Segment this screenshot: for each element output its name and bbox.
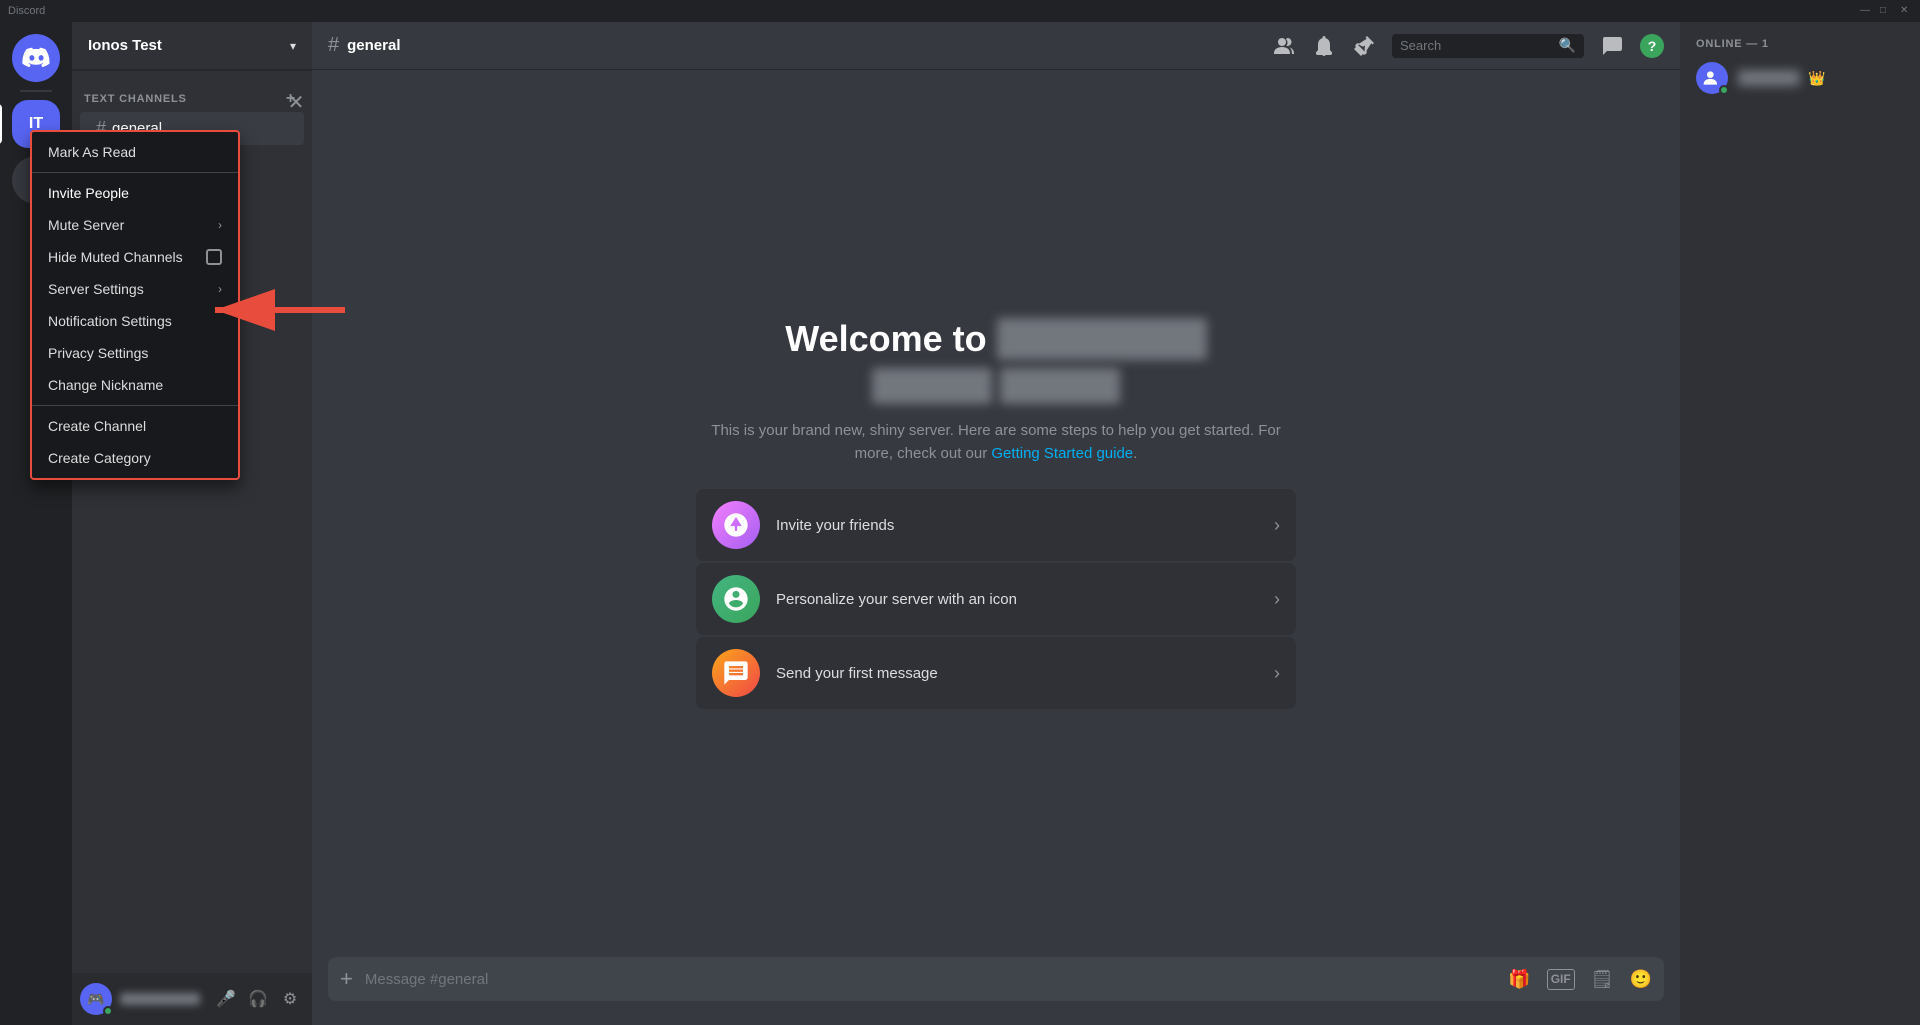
gif-button[interactable]: GIF bbox=[1547, 969, 1575, 990]
member-avatar bbox=[1696, 62, 1728, 94]
red-arrow-annotation bbox=[195, 270, 355, 353]
help-button[interactable]: ? bbox=[1640, 34, 1664, 58]
maximize-button[interactable]: □ bbox=[1880, 5, 1892, 17]
chat-input-placeholder[interactable]: Message #general bbox=[365, 971, 1496, 988]
main-content: # general Search 🔍 bbox=[312, 22, 1680, 1025]
right-sidebar: ONLINE — 1 👑 bbox=[1680, 22, 1920, 1025]
inbox-button[interactable] bbox=[1600, 34, 1624, 58]
user-settings-button[interactable]: ⚙ bbox=[276, 985, 304, 1013]
member-item[interactable]: 👑 bbox=[1688, 58, 1912, 98]
header-channel-label: general bbox=[347, 37, 400, 54]
personalize-label: Personalize your server with an icon bbox=[776, 591, 1258, 608]
server-dropdown-icon: ▾ bbox=[290, 39, 296, 53]
chat-area: Welcome to This is your brand new, shiny… bbox=[312, 70, 1680, 1025]
header-channel-name: # general bbox=[328, 34, 400, 57]
create-channel-label: Create Channel bbox=[48, 418, 146, 434]
create-category-label: Create Category bbox=[48, 450, 151, 466]
chat-input-bar[interactable]: + Message #general 🎁 GIF 🗒 🙂 bbox=[328, 957, 1664, 1001]
context-hide-muted[interactable]: Hide Muted Channels bbox=[32, 241, 238, 273]
user-controls: 🎤 🎧 ⚙ bbox=[212, 985, 304, 1013]
emoji-button[interactable]: 🙂 bbox=[1630, 969, 1652, 990]
welcome-section: Welcome to This is your brand new, shiny… bbox=[696, 318, 1296, 709]
server-divider bbox=[20, 90, 52, 92]
invite-friends-label: Invite your friends bbox=[776, 517, 1258, 534]
invite-people-label: Invite People bbox=[48, 185, 129, 201]
context-mark-as-read[interactable]: Mark As Read bbox=[32, 136, 238, 168]
personalize-arrow-icon: › bbox=[1274, 589, 1280, 610]
close-button[interactable]: ✕ bbox=[1900, 5, 1912, 17]
server-name-blurred bbox=[997, 318, 1207, 360]
context-invite-people[interactable]: Invite People bbox=[32, 177, 238, 209]
server-settings-label: Server Settings bbox=[48, 281, 144, 297]
mute-server-label: Mute Server bbox=[48, 217, 124, 233]
invite-icon bbox=[712, 501, 760, 549]
user-info bbox=[120, 993, 204, 1005]
text-channels-label: TEXT CHANNELS bbox=[84, 93, 187, 105]
context-create-channel[interactable]: Create Channel bbox=[32, 410, 238, 442]
window-controls: — □ ✕ bbox=[1860, 5, 1912, 17]
header-hash-icon: # bbox=[328, 34, 339, 57]
server-sub-name-1-blurred bbox=[872, 368, 992, 404]
member-status-dot bbox=[1719, 85, 1729, 95]
send-message-label: Send your first message bbox=[776, 665, 1258, 682]
personalize-server-card[interactable]: Personalize your server with an icon › bbox=[696, 563, 1296, 635]
chat-input-icons: 🎁 GIF 🗒 🙂 bbox=[1508, 969, 1652, 990]
search-icon: 🔍 bbox=[1559, 37, 1576, 54]
invite-arrow-icon: › bbox=[1274, 515, 1280, 536]
server-name: Ionos Test bbox=[88, 37, 162, 54]
minimize-button[interactable]: — bbox=[1860, 5, 1872, 17]
deafen-button[interactable]: 🎧 bbox=[244, 985, 272, 1013]
search-placeholder: Search bbox=[1400, 38, 1551, 53]
context-separator-1 bbox=[32, 172, 238, 173]
gift-icon[interactable]: 🎁 bbox=[1508, 969, 1530, 990]
crown-icon: 👑 bbox=[1808, 70, 1825, 86]
send-first-message-card[interactable]: Send your first message › bbox=[696, 637, 1296, 709]
hide-muted-label: Hide Muted Channels bbox=[48, 249, 183, 265]
text-channels-header[interactable]: TEXT CHANNELS + bbox=[80, 86, 304, 110]
titlebar: Discord — □ ✕ bbox=[0, 0, 1920, 22]
add-attachment-button[interactable]: + bbox=[340, 966, 353, 992]
context-mute-server[interactable]: Mute Server › bbox=[32, 209, 238, 241]
server-sub-name-2-blurred bbox=[1000, 368, 1120, 404]
server-header[interactable]: Ionos Test ▾ bbox=[72, 22, 312, 70]
mute-server-arrow: › bbox=[218, 218, 222, 232]
header-actions: Search 🔍 ? bbox=[1272, 34, 1664, 58]
close-overlay-button[interactable]: ✕ bbox=[284, 90, 308, 114]
sticker-button[interactable]: 🗒 bbox=[1591, 969, 1614, 990]
hide-muted-checkbox[interactable] bbox=[206, 249, 222, 265]
search-bar[interactable]: Search 🔍 bbox=[1392, 34, 1584, 58]
context-separator-2 bbox=[32, 405, 238, 406]
chat-input-area: + Message #general 🎁 GIF 🗒 🙂 bbox=[312, 957, 1680, 1025]
username bbox=[120, 993, 200, 1005]
context-create-category[interactable]: Create Category bbox=[32, 442, 238, 474]
send-arrow-icon: › bbox=[1274, 663, 1280, 684]
channel-header: # general Search 🔍 bbox=[312, 22, 1680, 70]
invite-friends-card[interactable]: Invite your friends › bbox=[696, 489, 1296, 561]
discord-home-button[interactable] bbox=[12, 34, 60, 82]
getting-started-link[interactable]: Getting Started guide bbox=[991, 445, 1133, 462]
change-nickname-label: Change Nickname bbox=[48, 377, 163, 393]
welcome-description: This is your brand new, shiny server. He… bbox=[696, 420, 1296, 465]
action-cards: Invite your friends › Personalize your s… bbox=[696, 489, 1296, 709]
personalize-icon bbox=[712, 575, 760, 623]
online-header: ONLINE — 1 bbox=[1688, 38, 1912, 50]
send-message-icon bbox=[712, 649, 760, 697]
notification-settings-label: Notification Settings bbox=[48, 313, 172, 329]
member-name: 👑 bbox=[1738, 70, 1826, 87]
app-layout: IT + Ionos Test ▾ TEXT CHANNELS + # gene… bbox=[0, 22, 1920, 1025]
context-change-nickname[interactable]: Change Nickname bbox=[32, 369, 238, 401]
user-avatar: 🎮 bbox=[80, 983, 112, 1015]
pinned-messages-button[interactable] bbox=[1352, 34, 1376, 58]
mute-mic-button[interactable]: 🎤 bbox=[212, 985, 240, 1013]
members-list-button[interactable] bbox=[1272, 34, 1296, 58]
mark-as-read-label: Mark As Read bbox=[48, 144, 136, 160]
user-status-online bbox=[103, 1006, 113, 1016]
user-panel: 🎮 🎤 🎧 ⚙ bbox=[72, 973, 312, 1025]
notifications-button[interactable] bbox=[1312, 34, 1336, 58]
welcome-title: Welcome to bbox=[696, 318, 1296, 360]
privacy-settings-label: Privacy Settings bbox=[48, 345, 148, 361]
message-list: Welcome to This is your brand new, shiny… bbox=[312, 70, 1680, 957]
app-title: Discord bbox=[8, 5, 45, 17]
